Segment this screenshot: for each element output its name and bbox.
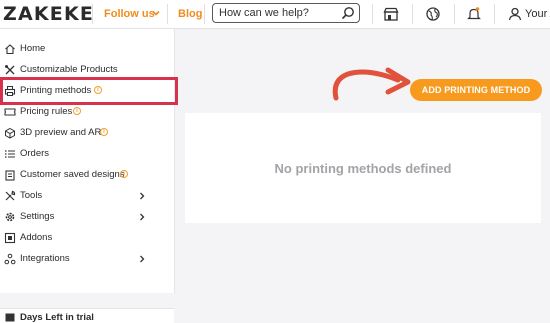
list-icon xyxy=(5,150,15,158)
trial-days-label: Days Left in trial xyxy=(20,312,94,323)
divider xyxy=(167,4,168,24)
sidebar-item-label: Pricing rules xyxy=(20,106,73,117)
divider xyxy=(412,4,413,24)
integrations-icon xyxy=(4,253,16,265)
sidebar-item-label: Orders xyxy=(20,148,50,159)
highlight-box xyxy=(0,77,178,105)
chevron-right-icon[interactable] xyxy=(137,254,147,264)
zakeke-logo[interactable]: ZAKEKE xyxy=(3,3,94,25)
info-icon[interactable]: i xyxy=(120,170,128,178)
sidebar: Home Customizable Products Printing meth… xyxy=(0,29,175,323)
ticket-icon xyxy=(4,108,16,116)
info-icon[interactable]: i xyxy=(100,128,108,136)
chevron-right-icon[interactable] xyxy=(137,191,147,201)
top-bar: ZAKEKE Follow us Blog Your A xyxy=(0,0,550,29)
sidebar-item-label: Home xyxy=(20,43,46,54)
sidebar-item-settings[interactable]: Settings xyxy=(0,208,174,228)
wrench-icon xyxy=(5,190,16,201)
add-printing-method-button[interactable]: ADD PRINTING METHOD xyxy=(410,79,542,101)
divider xyxy=(372,4,373,24)
user-icon[interactable] xyxy=(507,6,523,22)
calendar-icon xyxy=(5,313,15,322)
info-icon[interactable]: i xyxy=(73,107,81,115)
sidebar-item-label: Tools xyxy=(20,190,43,201)
tools-icon xyxy=(5,65,15,75)
blog-link[interactable]: Blog xyxy=(178,8,202,20)
user-menu-label[interactable]: Your A xyxy=(525,8,550,20)
sidebar-item-addons[interactable]: Addons xyxy=(0,229,174,249)
sidebar-item-label: 3D preview and AR xyxy=(20,127,102,138)
sidebar-item-label: Addons xyxy=(20,232,53,243)
sidebar-item-customer-saved-designs[interactable]: Customer saved designs i xyxy=(0,166,174,186)
follow-us-link[interactable]: Follow us xyxy=(104,8,155,20)
arrow-annotation xyxy=(332,67,411,101)
sidebar-item-pricing-rules[interactable]: Pricing rules i xyxy=(0,103,174,123)
sidebar-item-integrations[interactable]: Integrations xyxy=(0,250,174,270)
sidebar-item-label: Customizable Products xyxy=(20,64,118,75)
sidebar-item-orders[interactable]: Orders xyxy=(0,145,174,165)
divider xyxy=(92,4,93,24)
search-box[interactable] xyxy=(212,3,360,23)
gear-icon xyxy=(5,212,15,222)
empty-state-message: No printing methods defined xyxy=(274,161,452,176)
divider xyxy=(204,4,205,24)
globe-icon[interactable] xyxy=(425,6,441,22)
sidebar-item-label: Settings xyxy=(20,211,55,222)
search-icon[interactable] xyxy=(341,6,355,20)
printing-methods-panel: No printing methods defined xyxy=(185,113,541,223)
bell-icon[interactable] xyxy=(466,6,482,22)
sidebar-item-tools[interactable]: Tools xyxy=(0,187,174,207)
sidebar-item-3d-preview[interactable]: 3D preview and AR i xyxy=(0,124,174,144)
divider xyxy=(454,4,455,24)
sidebar-item-home[interactable]: Home xyxy=(0,40,174,60)
addon-icon xyxy=(4,232,16,244)
divider xyxy=(494,4,495,24)
chevron-down-icon[interactable] xyxy=(150,7,162,19)
store-icon[interactable] xyxy=(383,6,399,22)
sidebar-item-label: Customer saved designs xyxy=(20,169,125,180)
clipboard-icon xyxy=(5,170,15,181)
home-icon xyxy=(5,44,15,55)
trial-banner[interactable]: Days Left in trial xyxy=(0,308,174,323)
search-input[interactable] xyxy=(219,6,339,20)
cube-icon xyxy=(5,127,15,139)
chevron-right-icon[interactable] xyxy=(137,212,147,222)
sidebar-item-label: Integrations xyxy=(20,253,70,264)
